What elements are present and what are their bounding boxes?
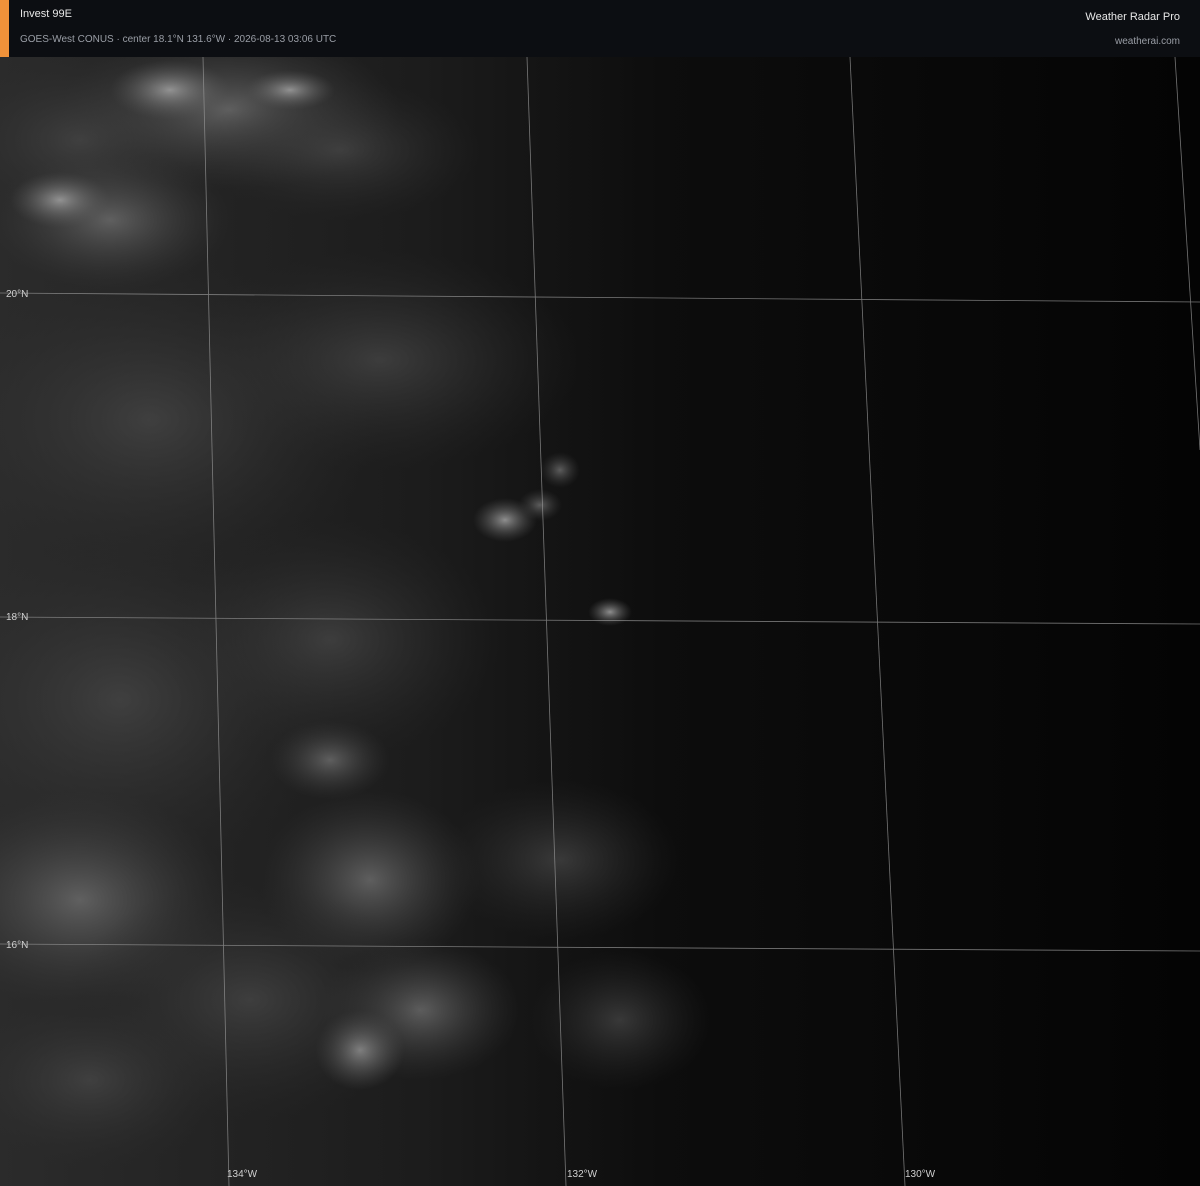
brand-name[interactable]: Weather Radar Pro <box>1085 11 1180 23</box>
lon-label-134w: 134°W <box>227 1169 258 1180</box>
brand-site-link[interactable]: weatherai.com <box>1115 36 1180 47</box>
storm-title: Invest 99E <box>20 8 72 20</box>
accent-bar <box>0 0 9 57</box>
lat-label-16n: 16°N <box>6 940 29 951</box>
satellite-imagery <box>0 0 1200 1186</box>
lat-label-20n: 20°N <box>6 289 29 300</box>
map-view[interactable]: Invest 99E GOES-West CONUS · center 18.1… <box>0 0 1200 1186</box>
lon-label-130w: 130°W <box>905 1169 936 1180</box>
image-metadata: GOES-West CONUS · center 18.1°N 131.6°W … <box>20 34 337 45</box>
header-bar: Invest 99E GOES-West CONUS · center 18.1… <box>0 0 1200 57</box>
lon-label-132w: 132°W <box>567 1169 598 1180</box>
lat-label-18n: 18°N <box>6 612 29 623</box>
